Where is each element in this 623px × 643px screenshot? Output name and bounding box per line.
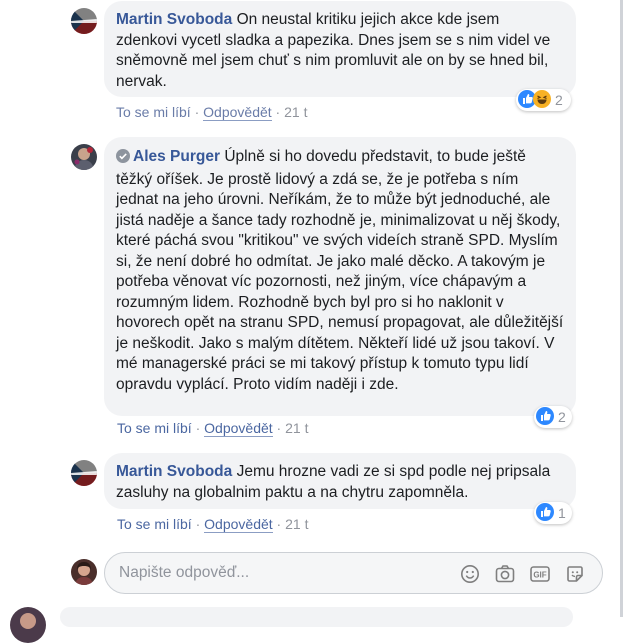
reaction-summary[interactable]: 1	[534, 502, 572, 524]
timestamp[interactable]: 21 t	[285, 516, 308, 532]
reply-input[interactable]	[119, 563, 439, 583]
reaction-count: 2	[558, 409, 566, 425]
reaction-count: 2	[555, 92, 563, 108]
comment-bubble	[60, 607, 573, 627]
comment-bubble: Martin Svoboda Jemu hrozne vadi ze si sp…	[104, 453, 576, 509]
timestamp[interactable]: 21 t	[285, 420, 308, 436]
reaction-count: 1	[558, 505, 566, 521]
emoji-icon[interactable]	[460, 564, 480, 584]
svg-text:GIF: GIF	[533, 571, 546, 580]
avatar[interactable]	[71, 460, 97, 486]
comment-actions: To se mi líbí · Odpovědět · 21 t	[117, 420, 309, 437]
reply-composer[interactable]: GIF	[104, 552, 603, 594]
avatar[interactable]	[71, 8, 97, 34]
like-reaction-icon	[536, 502, 554, 524]
avatar[interactable]	[71, 144, 97, 170]
reaction-summary[interactable]: 2	[516, 89, 571, 111]
comment-actions: To se mi líbí · Odpovědět · 21 t	[117, 516, 309, 533]
comment-bubble: Martin Svoboda On neustal kritiku jejich…	[104, 1, 576, 97]
comment-text: Úplně si ho dovedu představit, to bude j…	[116, 148, 564, 393]
reaction-summary[interactable]: 2	[534, 406, 572, 428]
haha-reaction-icon	[533, 89, 551, 111]
current-user-avatar	[71, 559, 97, 585]
like-button[interactable]: To se mi líbí	[116, 104, 191, 120]
camera-icon[interactable]	[495, 564, 515, 584]
sticker-icon[interactable]	[565, 564, 585, 584]
like-button[interactable]: To se mi líbí	[117, 516, 192, 532]
reply-button[interactable]: Odpovědět	[203, 104, 272, 121]
like-button[interactable]: To se mi líbí	[117, 420, 192, 436]
comment-bubble: Ales Purger Úplně si ho dovedu představi…	[104, 137, 576, 416]
comment-actions: To se mi líbí · Odpovědět · 21 t	[116, 104, 308, 121]
comment-author[interactable]: Ales Purger	[133, 148, 220, 165]
reply-button[interactable]: Odpovědět	[204, 420, 273, 437]
gif-icon[interactable]: GIF	[530, 564, 550, 584]
top-fan-badge-icon	[116, 149, 130, 170]
comment-author[interactable]: Martin Svoboda	[116, 463, 232, 480]
comment-author[interactable]: Martin Svoboda	[116, 11, 232, 28]
avatar	[10, 607, 46, 643]
like-reaction-icon	[536, 406, 554, 428]
reply-button[interactable]: Odpovědět	[204, 516, 273, 533]
timestamp[interactable]: 21 t	[284, 104, 307, 120]
